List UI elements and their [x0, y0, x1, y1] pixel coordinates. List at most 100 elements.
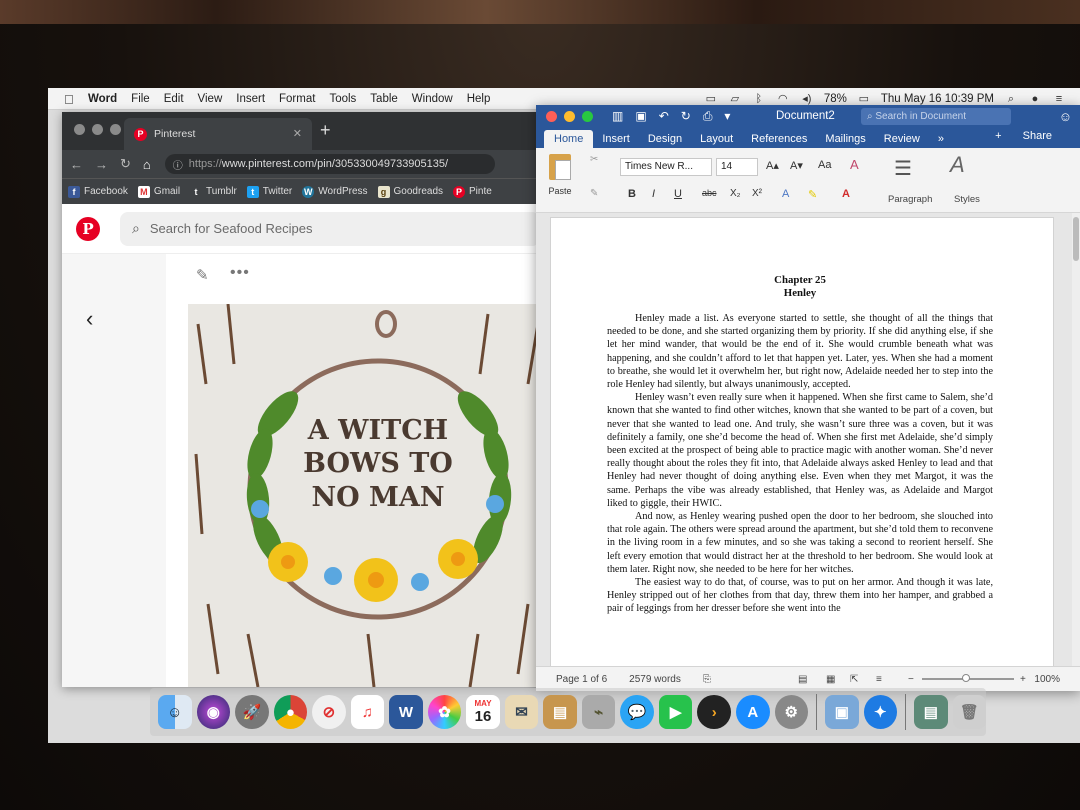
tab-review[interactable]: Review — [875, 133, 929, 148]
pinterest-logo-icon[interactable]: P — [76, 216, 100, 241]
news-icon[interactable]: ⊘ — [312, 695, 346, 729]
more-options-icon[interactable]: ••• — [230, 264, 250, 282]
customize-toolbar-icon[interactable]: ▾ — [724, 109, 730, 124]
clock[interactable]: Thu May 16 10:39 PM — [881, 93, 994, 105]
bookmark-facebook[interactable]: f Facebook — [68, 185, 128, 198]
redo-icon[interactable]: ↻ — [681, 109, 691, 124]
pin-image[interactable]: A WITCH BOWS TO NO MAN — [188, 304, 562, 687]
minimize-window-button[interactable] — [92, 124, 103, 135]
styles-icon[interactable]: A — [950, 152, 965, 178]
word-count[interactable]: 2579 words — [629, 674, 681, 685]
zoom-window-button[interactable] — [582, 111, 593, 122]
font-size-select[interactable]: 14 — [716, 158, 758, 176]
battery-percent[interactable]: 78% — [824, 93, 847, 105]
notification-center-icon[interactable]: ≡ — [1052, 93, 1066, 105]
facetime-icon[interactable]: ▶ — [658, 695, 693, 729]
siri-icon[interactable]: ● — [1028, 93, 1042, 105]
proofing-icon[interactable]: ⎘ — [703, 674, 711, 685]
superscript-icon[interactable]: X² — [752, 188, 762, 199]
zoom-slider[interactable] — [922, 674, 1014, 682]
document-canvas[interactable]: Chapter 25 Henley Henley made a list. As… — [536, 213, 1080, 666]
minimize-window-button[interactable] — [564, 111, 575, 122]
more-tabs-icon[interactable]: » — [929, 133, 953, 148]
change-case-icon[interactable]: Aa — [818, 159, 831, 171]
menu-file[interactable]: File — [131, 93, 150, 105]
photos-icon[interactable]: ✿ — [427, 695, 462, 729]
wifi-icon[interactable]: ◠ — [776, 93, 790, 105]
format-painter-icon[interactable]: ✎ — [590, 188, 598, 199]
subscript-icon[interactable]: X₂ — [730, 188, 741, 199]
system-preferences-icon[interactable]: ⚙ — [774, 695, 809, 729]
forward-arrow-icon[interactable]: → — [95, 157, 108, 172]
undo-icon[interactable]: ↶ — [659, 109, 669, 124]
menu-app-name[interactable]: Word — [88, 93, 117, 105]
feedback-smiley-icon[interactable]: ☺ — [1059, 109, 1072, 124]
itunes-icon[interactable]: ♫ — [350, 695, 385, 729]
zoom-out-icon[interactable]: − — [908, 674, 914, 685]
print-icon[interactable]: ⎙ — [703, 109, 713, 124]
display-icon[interactable]: ▭ — [704, 93, 718, 105]
outline-icon[interactable]: ≡ — [876, 674, 882, 685]
zoom-in-icon[interactable]: + — [1020, 674, 1026, 685]
tab-insert[interactable]: Insert — [593, 133, 639, 148]
zoom-window-button[interactable] — [110, 124, 121, 135]
menu-insert[interactable]: Insert — [236, 93, 265, 105]
paste-button[interactable]: Paste — [546, 154, 574, 196]
safari-icon[interactable]: ✦ — [863, 695, 898, 729]
sidebar-toggle-icon[interactable]: ▥ — [612, 109, 623, 124]
menu-edit[interactable]: Edit — [164, 93, 184, 105]
apple-icon[interactable]:  — [64, 92, 76, 107]
menu-tools[interactable]: Tools — [329, 93, 356, 105]
calendar-icon[interactable]: MAY 16 — [466, 695, 500, 729]
finder-icon[interactable]: ☺ — [158, 695, 192, 729]
tab-layout[interactable]: Layout — [691, 133, 742, 148]
zoom-level[interactable]: 100% — [1034, 674, 1060, 685]
address-bar[interactable]: ⓘ https://www.pinterest.com/pin/30533004… — [164, 154, 495, 174]
focus-icon[interactable]: ⇱ — [850, 674, 858, 685]
bookmark-pinterest[interactable]: P Pinte — [453, 185, 492, 198]
menu-help[interactable]: Help — [467, 93, 491, 105]
airplay-icon[interactable]: ▱ — [728, 93, 742, 105]
bookmark-goodreads[interactable]: g Goodreads — [377, 185, 443, 198]
plex-icon[interactable]: › — [697, 695, 731, 729]
scrollbar-thumb[interactable] — [1073, 217, 1079, 261]
web-layout-icon[interactable]: ▦ — [826, 674, 835, 685]
text-effects-icon[interactable]: A — [782, 188, 789, 200]
bookmark-twitter[interactable]: t Twitter — [246, 185, 292, 198]
menu-format[interactable]: Format — [279, 93, 315, 105]
spotlight-search-icon[interactable]: ⌕ — [1004, 93, 1018, 105]
share-button[interactable]: + Share — [977, 130, 1070, 145]
mail-stamp-icon[interactable]: ✉ — [504, 695, 539, 729]
tab-home[interactable]: Home — [544, 130, 594, 148]
bluetooth-icon[interactable]: ᛒ — [752, 93, 766, 105]
print-layout-icon[interactable]: ▤ — [798, 674, 807, 685]
cut-icon[interactable]: ✂ — [590, 154, 598, 165]
home-icon[interactable]: ⌂ — [143, 157, 151, 172]
directory-utility-icon[interactable]: ⌁ — [581, 695, 616, 729]
volume-icon[interactable]: ◂) — [800, 93, 814, 105]
bookmark-wordpress[interactable]: W WordPress — [302, 185, 368, 198]
messages-icon[interactable]: 💬 — [620, 695, 654, 729]
info-icon[interactable]: ⓘ — [173, 157, 183, 172]
vertical-scrollbar[interactable] — [1072, 213, 1080, 666]
document-page[interactable]: Chapter 25 Henley Henley made a list. As… — [550, 217, 1054, 666]
bookmark-gmail[interactable]: M Gmail — [137, 185, 180, 198]
battery-icon[interactable]: ▭ — [857, 93, 871, 105]
chrome-icon[interactable]: ● — [273, 695, 308, 729]
app-store-icon[interactable]: A — [735, 695, 770, 729]
word-icon[interactable]: W — [389, 695, 423, 729]
tab-mailings[interactable]: Mailings — [816, 133, 874, 148]
menu-table[interactable]: Table — [370, 93, 398, 105]
downloads-stack-icon[interactable]: ▤ — [914, 695, 948, 729]
page-count[interactable]: Page 1 of 6 — [556, 674, 607, 685]
font-family-select[interactable]: Times New R... — [620, 158, 712, 176]
siri-icon[interactable]: ◉ — [196, 695, 231, 729]
menu-view[interactable]: View — [198, 93, 223, 105]
edit-pencil-icon[interactable]: ✎ — [196, 266, 209, 284]
back-chevron-icon[interactable]: ‹ — [86, 306, 93, 332]
highlight-icon[interactable]: ✎ — [808, 188, 817, 201]
tab-design[interactable]: Design — [639, 133, 691, 148]
italic-icon[interactable]: I — [652, 188, 655, 200]
underline-icon[interactable]: U — [674, 188, 682, 200]
document-search-input[interactable]: ⌕ Search in Document — [861, 108, 1011, 125]
